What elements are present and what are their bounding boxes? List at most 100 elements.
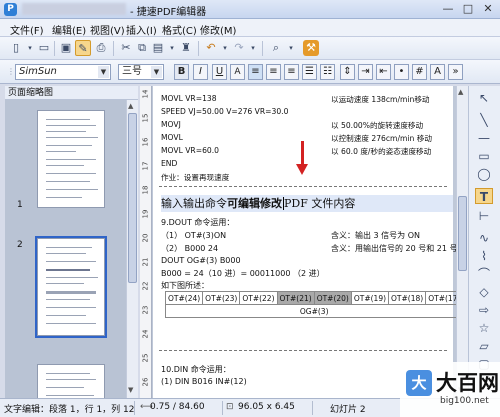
minimize-button[interactable]: — — [440, 2, 456, 16]
text-color-icon[interactable]: A — [430, 64, 445, 80]
distribute-icon[interactable]: ☷ — [320, 64, 335, 80]
arrow-head-icon — [296, 164, 308, 175]
arrow-shape-icon[interactable]: ⇨ — [475, 302, 493, 318]
drawing-toolbar: ↖ ╲ — ▭ ◯ T ⊢ ∿ ⌇ ⌒ ◇ ⇨ ☆ ▱ ▢ — [468, 86, 500, 398]
thumbnail-scroll-thumb[interactable] — [128, 113, 137, 283]
connector-icon[interactable]: ⌇ — [475, 248, 493, 264]
vertical-text-icon[interactable]: ⊢ — [475, 208, 493, 224]
rectangle-tool-icon[interactable]: ▭ — [475, 148, 493, 164]
page-thumbnail-number: 2 — [17, 240, 23, 250]
doc-line: 含义：用输出信号的 20 号和 21 号 — [331, 244, 458, 253]
page-thumbnail-number: 1 — [17, 200, 23, 210]
menu-insert[interactable]: 插入(I) — [126, 22, 157, 37]
scroll-down-icon[interactable]: ▼ — [128, 386, 133, 394]
watermark-url: big100.net — [440, 396, 489, 406]
dash-tool-icon[interactable]: — — [475, 130, 493, 146]
bold-button[interactable]: B — [174, 64, 189, 80]
outdent-icon[interactable]: ⇤ — [376, 64, 391, 80]
redo-dropdown-icon[interactable]: ▾ — [245, 40, 261, 56]
app-logo-icon: P — [4, 3, 17, 16]
highlight-icon[interactable]: A — [230, 64, 245, 80]
editable-heading[interactable]: 输入输出命令可编辑修改 PDF 文件内容 — [161, 195, 453, 212]
dimensions-icon: ⊡ — [226, 402, 234, 412]
align-left-icon[interactable]: ≡ — [248, 64, 263, 80]
doc-line: 作业：设置再现速度 — [161, 173, 230, 182]
ruler-number: 24 — [141, 329, 150, 339]
section-heading: 10.DIN 命令运用： — [161, 365, 231, 374]
close-button[interactable]: ✕ — [480, 2, 496, 16]
doc-line: MOVJ — [161, 120, 181, 129]
zoom-icon[interactable]: ⌕ — [268, 40, 284, 56]
chevron-down-icon: ▼ — [151, 66, 162, 78]
tools-icon[interactable]: ⚒ — [303, 40, 319, 56]
table-header-cell: OT#(18) — [388, 291, 427, 305]
table-header-cell: OT#(21) — [276, 291, 315, 305]
status-dimensions: 96.05 x 6.45 — [238, 402, 295, 412]
open-folder-icon[interactable]: ▭ — [36, 40, 52, 56]
curve-tool-icon[interactable]: ∿ — [475, 230, 493, 246]
menu-edit[interactable]: 编辑(E) — [52, 22, 86, 37]
thumbnail-panel-title: 页面缩略图 — [5, 86, 138, 100]
callout-shape-icon[interactable]: ▱ — [475, 338, 493, 354]
ellipse-tool-icon[interactable]: ◯ — [475, 166, 493, 182]
menu-format[interactable]: 格式(C) — [162, 22, 197, 37]
heading-part-3: PDF 文件内容 — [284, 197, 356, 210]
menu-view[interactable]: 视图(V) — [90, 22, 125, 37]
format-painter-icon[interactable]: ♜ — [178, 40, 194, 56]
vertical-ruler: 14 15 16 17 18 19 20 21 22 23 24 25 26 — [140, 86, 152, 398]
star-shape-icon[interactable]: ☆ — [475, 320, 493, 336]
scroll-up-icon[interactable]: ▲ — [128, 102, 133, 110]
zoom-dropdown-icon[interactable]: ▾ — [283, 40, 299, 56]
cut-icon[interactable]: ✂ — [118, 40, 134, 56]
indent-icon[interactable]: ⇥ — [358, 64, 373, 80]
line-spacing-icon[interactable]: ⇕ — [340, 64, 355, 80]
doc-line: END — [161, 159, 178, 168]
line-tool-icon[interactable]: ╲ — [475, 112, 493, 128]
document-scrollbar[interactable]: ▲ ▼ — [456, 86, 468, 398]
ruler-number: 16 — [141, 137, 150, 147]
restore-button[interactable]: □ — [460, 2, 476, 16]
font-family-select[interactable]: SimSun ▼ — [15, 64, 111, 80]
page-thumbnail-2[interactable] — [35, 236, 107, 338]
page-thumbnail-1[interactable] — [37, 110, 105, 208]
ruler-number: 14 — [141, 89, 150, 99]
pointer-icon[interactable]: ↖ — [475, 90, 493, 106]
doc-line: MOVL VR=60.0 — [161, 146, 219, 155]
section-divider — [159, 350, 447, 351]
watermark-title: 大百网 — [436, 371, 499, 395]
diamond-shape-icon[interactable]: ◇ — [475, 284, 493, 300]
table-header-cell: OT#(23) — [202, 291, 241, 305]
copy-icon[interactable]: ⧉ — [134, 40, 150, 56]
save-icon[interactable]: ▣ — [58, 40, 74, 56]
numbering-icon[interactable]: # — [412, 64, 427, 80]
menu-modify[interactable]: 修改(M) — [200, 22, 236, 37]
font-family-value: SimSun — [19, 66, 57, 77]
window-title-app: - 捷速PDF编辑器 — [130, 7, 207, 18]
ruler-number: 18 — [141, 185, 150, 195]
print-icon[interactable]: ⎙ — [93, 40, 109, 56]
more-options-icon[interactable]: » — [448, 64, 463, 80]
doc-line: 以 50.00%的旋转速度移动 — [331, 121, 424, 130]
align-justify-icon[interactable]: ☰ — [302, 64, 317, 80]
table-header-cell: OT#(20) — [313, 291, 352, 305]
document-scroll-thumb[interactable] — [458, 196, 467, 271]
font-size-select[interactable]: 三号 ▼ — [118, 64, 164, 80]
ruler-number: 25 — [141, 353, 150, 363]
underline-button[interactable]: U — [212, 64, 227, 80]
text-tool-icon[interactable]: T — [475, 188, 493, 204]
bullets-icon[interactable]: • — [394, 64, 409, 80]
scroll-up-icon[interactable]: ▲ — [458, 88, 463, 96]
watermark: 大 大百网 big100.net — [400, 362, 500, 417]
align-center-icon[interactable]: ≡ — [266, 64, 281, 80]
menu-file[interactable]: 文件(F) — [10, 22, 44, 37]
italic-button[interactable]: I — [193, 64, 208, 80]
table-cell-og: OG#(3) — [164, 304, 464, 318]
edit-mode-icon[interactable]: ✎ — [75, 40, 91, 56]
freeform-icon[interactable]: ⌒ — [475, 266, 493, 282]
ruler-number: 22 — [141, 281, 150, 291]
document-page[interactable]: MOVL VR=138 以运动速度 138cm/min移动 SPEED VJ=5… — [153, 86, 464, 398]
thumbnail-scrollbar[interactable]: ▲ ▼ — [126, 100, 138, 398]
status-edit-mode: 文字编辑：段落 1，行 1，列 12 — [4, 405, 135, 415]
doc-line: 以控制速度 276cm/min 移动 — [331, 134, 432, 143]
align-right-icon[interactable]: ≡ — [284, 64, 299, 80]
